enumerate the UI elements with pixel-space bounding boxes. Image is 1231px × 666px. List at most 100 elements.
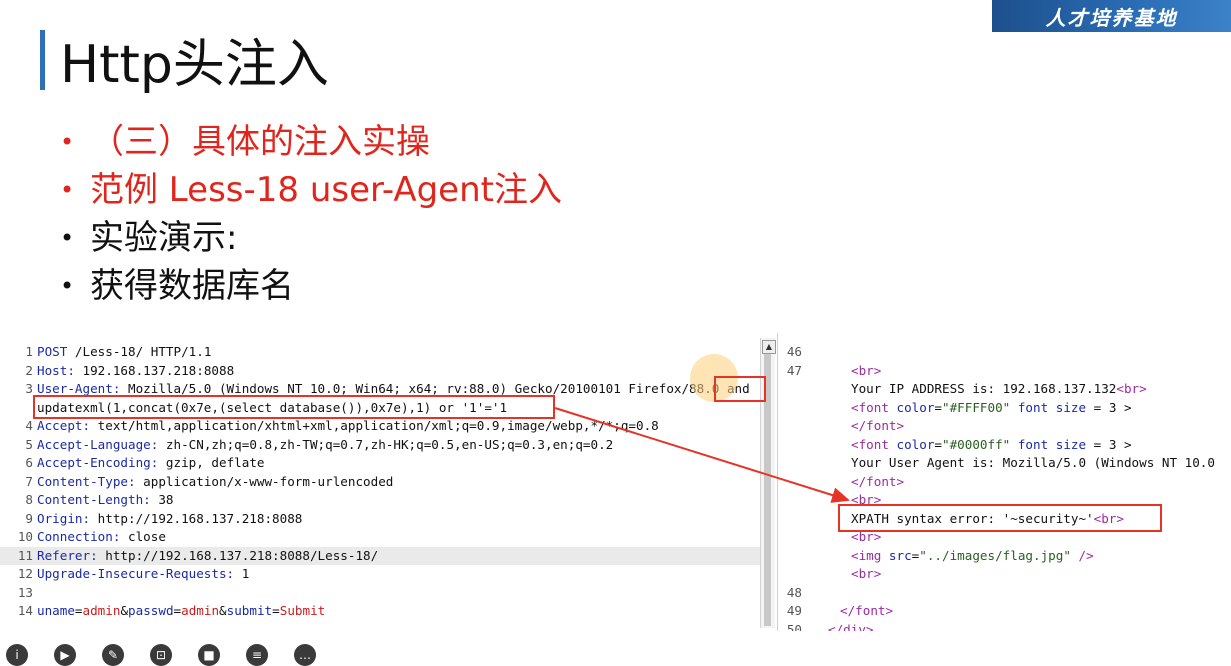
header-value: http://192.168.137.218:8088/Less-18/ — [97, 547, 379, 563]
response-line-text: Your IP ADDRESS is: 192.168.137.132<br> — [851, 380, 1147, 399]
html-token: <font — [851, 399, 897, 415]
request-line[interactable]: 8 Content-Length: 38 — [0, 491, 760, 510]
bullet-item: • （三）具体的注入实操 — [60, 118, 562, 166]
html-token: = 3 > — [1086, 436, 1132, 452]
request-line[interactable]: 10 Connection: close — [0, 528, 760, 547]
request-line[interactable]: 6 Accept-Encoding: gzip, deflate — [0, 454, 760, 473]
body-token: & — [120, 603, 129, 618]
request-line-text: Connection: close — [37, 528, 166, 547]
line-number: 14 — [17, 603, 33, 618]
body-token: uname — [37, 603, 75, 618]
response-line-text: </div> — [828, 621, 874, 632]
header-name: Origin: — [37, 510, 91, 526]
response-line-text: </font> — [851, 417, 904, 436]
http-response-panel[interactable]: 46 47 <br> Your IP ADDRESS is: 192.168.137.… — [780, 333, 1231, 631]
line-number: 9 — [25, 510, 33, 526]
response-line[interactable]: Your User Agent is: Mozilla/5.0 (Windows… — [780, 454, 1231, 473]
header-value: /Less-18/ HTTP/1.1 — [67, 344, 212, 359]
html-token: font size — [1017, 436, 1087, 452]
payload-highlight-box — [33, 395, 555, 419]
header-name: Content-Length: — [37, 492, 151, 507]
html-token: <br> — [1116, 381, 1147, 396]
response-line[interactable]: 48 — [780, 584, 1231, 603]
response-line[interactable]: </font> — [780, 417, 1231, 436]
line-number: 5 — [25, 436, 33, 452]
response-line[interactable]: </font> — [780, 473, 1231, 492]
line-number: 12 — [17, 566, 33, 581]
html-token: color — [896, 436, 935, 452]
response-line[interactable]: <font color="#FFFF00" font size = 3 > — [780, 399, 1231, 418]
request-line[interactable]: 13 — [0, 584, 760, 603]
header-value: Mozilla/5.0 (Windows NT 10.0; Win64; x64… — [120, 381, 750, 396]
request-line[interactable]: 1 POST /Less-18/ HTTP/1.1 — [0, 343, 760, 362]
request-line-text: Content-Length: 38 — [37, 491, 173, 510]
response-line-text: <font color="#0000ff" font size = 3 > — [851, 436, 1132, 455]
request-line-text: Accept: text/html,application/xhtml+xml,… — [37, 417, 659, 436]
body-token: = — [74, 603, 83, 618]
and-highlight-box — [714, 376, 766, 402]
response-line[interactable]: 50 </div> — [780, 621, 1231, 632]
line-number: 49 — [786, 603, 802, 618]
bullet-item: • 范例 Less-18 user-Agent注入 — [60, 166, 562, 214]
bullet-text: 范例 Less-18 user-Agent注入 — [90, 170, 562, 210]
panel-divider — [777, 333, 778, 631]
http-request-panel[interactable]: 1 POST /Less-18/ HTTP/1.1 2 Host: 192.168.1… — [0, 333, 760, 631]
body-token: = — [173, 603, 182, 618]
header-value: gzip, deflate — [158, 455, 265, 470]
header-name: Referer: — [37, 547, 98, 563]
request-line[interactable]: 2 Host: 192.168.137.218:8088 — [0, 362, 760, 381]
html-token: "#FFFF00" — [942, 399, 1018, 415]
response-line[interactable]: <br> — [780, 565, 1231, 584]
request-line[interactable]: 4 Accept: text/html,application/xhtml+xml… — [0, 417, 760, 436]
response-line[interactable]: <img src="../images/flag.jpg" /> — [780, 547, 1231, 566]
request-line[interactable]: 7 Content-Type: application/x-www-form-ur… — [0, 473, 760, 492]
html-token: <img — [851, 547, 889, 563]
line-number: 8 — [25, 492, 33, 507]
header-name: Accept-Encoding: — [37, 455, 159, 470]
request-line[interactable]: 14 uname=admin&passwd=admin&submit=Submit — [0, 602, 760, 621]
request-line[interactable]: 5 Accept-Language: zh-CN,zh;q=0.8,zh-TW;q… — [0, 436, 760, 455]
line-number: 48 — [786, 584, 802, 600]
html-token: = — [934, 399, 943, 415]
header-value: 192.168.137.218:8088 — [74, 362, 235, 378]
request-line[interactable]: 12 Upgrade-Insecure-Requests: 1 — [0, 565, 760, 584]
header-value: close — [120, 529, 166, 544]
body-token: passwd — [128, 603, 174, 618]
html-token: "#0000ff" — [942, 436, 1018, 452]
html-token: <br> — [851, 566, 882, 581]
response-line-text: <br> — [851, 362, 881, 381]
line-number: 11 — [17, 547, 33, 563]
bullet-dot-icon: • — [60, 272, 75, 300]
request-line-text: Origin: http://192.168.137.218:8088 — [37, 510, 302, 529]
brand-banner: 人才培养基地 — [992, 0, 1231, 32]
line-number: 2 — [25, 362, 33, 378]
response-line[interactable]: 47 <br> — [780, 362, 1231, 381]
line-number: 46 — [786, 344, 802, 359]
line-number: 50 — [786, 621, 802, 632]
request-line-text: POST /Less-18/ HTTP/1.1 — [37, 343, 211, 362]
html-token: <br> — [851, 362, 882, 378]
request-line[interactable]: 9 Origin: http://192.168.137.218:8088 — [0, 510, 760, 529]
response-line[interactable]: 49 </font> — [780, 602, 1231, 621]
request-line-text: uname=admin&passwd=admin&submit=Submit — [37, 602, 325, 621]
bullet-text: 实验演示: — [90, 218, 238, 258]
title-accent-bar — [40, 30, 45, 90]
line-number: 3 — [25, 381, 33, 396]
response-line-text: </font> — [851, 473, 904, 492]
bullet-dot-icon: • — [60, 128, 75, 156]
request-line[interactable]: 11 Referer: http://192.168.137.218:8088/L… — [0, 546, 760, 566]
header-name: Host: — [37, 362, 75, 378]
request-line-text: Referer: http://192.168.137.218:8088/Les… — [37, 547, 378, 566]
body-token: submit — [226, 603, 273, 618]
response-line[interactable]: 46 — [780, 343, 1231, 362]
header-name: Upgrade-Insecure-Requests: — [37, 566, 235, 581]
response-line-text: <font color="#FFFF00" font size = 3 > — [851, 399, 1132, 418]
request-line-text: Host: 192.168.137.218:8088 — [37, 362, 234, 381]
header-value: http://192.168.137.218:8088 — [90, 510, 303, 526]
html-token: </font> — [840, 603, 894, 618]
header-name: POST — [37, 344, 68, 359]
body-token: & — [219, 603, 227, 618]
scroll-up-icon[interactable]: ▲ — [762, 340, 776, 354]
response-line[interactable]: Your IP ADDRESS is: 192.168.137.132<br> — [780, 380, 1231, 399]
response-line[interactable]: <font color="#0000ff" font size = 3 > — [780, 436, 1231, 455]
